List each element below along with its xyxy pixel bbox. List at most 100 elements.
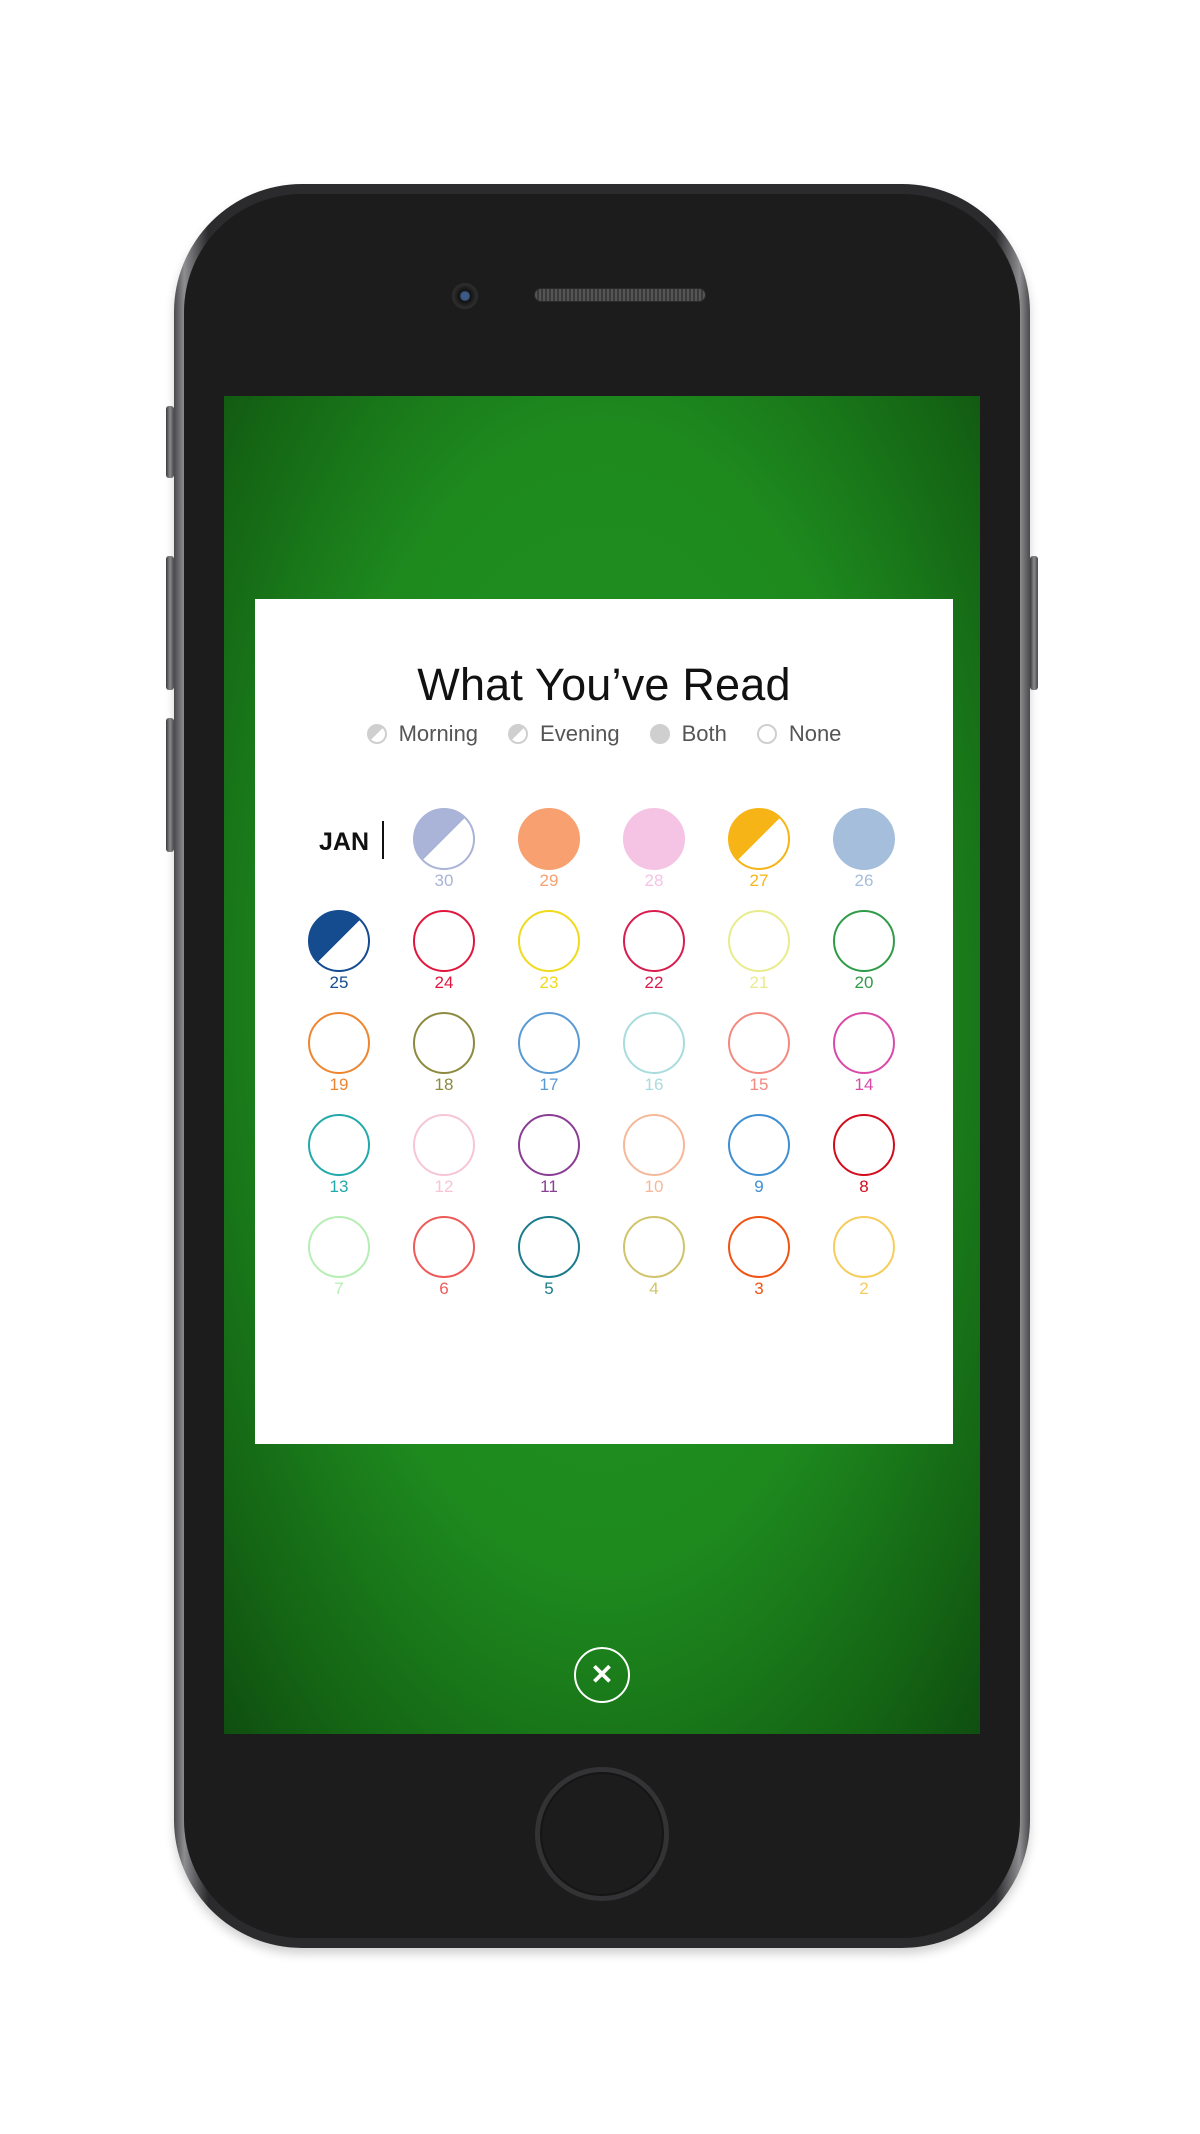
day-number: 29 <box>539 871 559 890</box>
day-status-circle <box>308 1114 370 1176</box>
day-cell[interactable]: 30 <box>413 808 475 896</box>
day-number: 25 <box>329 973 349 992</box>
day-status-circle <box>728 1012 790 1074</box>
day-number: 27 <box>749 871 769 890</box>
day-cell[interactable]: 12 <box>413 1114 475 1202</box>
day-cell[interactable]: 7 <box>308 1216 370 1304</box>
home-button <box>535 1767 669 1901</box>
day-number: 18 <box>434 1075 454 1094</box>
day-number: 10 <box>644 1177 664 1196</box>
day-cell[interactable]: 6 <box>413 1216 475 1304</box>
day-status-circle <box>833 808 895 870</box>
day-cell[interactable]: 25 <box>308 910 370 998</box>
day-cell[interactable]: 20 <box>833 910 895 998</box>
day-number: 4 <box>649 1279 659 1298</box>
day-cell[interactable]: 22 <box>623 910 685 998</box>
day-cell[interactable]: 9 <box>728 1114 790 1202</box>
legend: Morning Evening Both None <box>255 721 953 747</box>
day-number: 17 <box>539 1075 559 1094</box>
earpiece-speaker <box>534 288 706 302</box>
day-cell[interactable]: 2 <box>833 1216 895 1304</box>
day-status-circle <box>518 1012 580 1074</box>
front-camera-icon <box>452 283 478 309</box>
day-cell[interactable]: 8 <box>833 1114 895 1202</box>
day-number: 15 <box>749 1075 769 1094</box>
day-number: 28 <box>644 871 664 890</box>
day-cell[interactable]: 23 <box>518 910 580 998</box>
day-cell[interactable]: 19 <box>308 1012 370 1100</box>
day-status-circle <box>518 1216 580 1278</box>
day-status-circle <box>413 1114 475 1176</box>
volume-down-button <box>166 718 174 852</box>
day-cell[interactable]: 14 <box>833 1012 895 1100</box>
evening-half-icon <box>508 724 529 744</box>
day-cell[interactable]: 26 <box>833 808 895 896</box>
day-status-circle <box>413 808 475 870</box>
day-cell[interactable]: 3 <box>728 1216 790 1304</box>
day-cell[interactable]: 27 <box>728 808 790 896</box>
day-status-circle <box>518 808 580 870</box>
day-status-circle <box>413 910 475 972</box>
close-button[interactable]: ✕ <box>574 1647 630 1703</box>
day-status-circle <box>833 1114 895 1176</box>
legend-item-none: None <box>756 721 842 747</box>
day-status-circle <box>833 1012 895 1074</box>
day-status-circle <box>308 910 370 972</box>
day-cell[interactable]: 4 <box>623 1216 685 1304</box>
day-number: 6 <box>439 1279 449 1298</box>
day-status-circle <box>518 1114 580 1176</box>
day-status-circle <box>728 808 790 870</box>
day-cell[interactable]: 28 <box>623 808 685 896</box>
close-icon: ✕ <box>590 1659 614 1690</box>
day-number: 11 <box>540 1177 558 1196</box>
day-number: 2 <box>859 1279 869 1298</box>
day-number: 7 <box>334 1279 344 1298</box>
day-status-circle <box>623 808 685 870</box>
legend-item-both: Both <box>649 721 727 747</box>
day-number: 26 <box>854 871 874 890</box>
day-number: 12 <box>434 1177 454 1196</box>
day-cell[interactable]: 13 <box>308 1114 370 1202</box>
day-number: 30 <box>434 871 454 890</box>
day-cell[interactable]: 16 <box>623 1012 685 1100</box>
day-number: 22 <box>644 973 664 992</box>
day-cell[interactable]: 24 <box>413 910 475 998</box>
day-status-circle <box>728 1114 790 1176</box>
day-number: 16 <box>644 1075 664 1094</box>
day-cell[interactable]: 21 <box>728 910 790 998</box>
volume-up-button <box>166 556 174 690</box>
day-cell[interactable]: 11 <box>518 1114 580 1202</box>
day-status-circle <box>308 1012 370 1074</box>
day-number: 13 <box>329 1177 349 1196</box>
day-number: 3 <box>754 1279 764 1298</box>
legend-label: Evening <box>540 721 620 746</box>
day-cell[interactable]: 18 <box>413 1012 475 1100</box>
day-number: 9 <box>754 1177 764 1196</box>
legend-item-morning: Morning <box>366 721 479 747</box>
legend-label: None <box>788 721 842 746</box>
morning-half-icon <box>366 724 387 744</box>
power-button <box>1030 556 1038 690</box>
none-empty-icon <box>756 724 777 744</box>
day-status-circle <box>833 910 895 972</box>
day-status-circle <box>518 910 580 972</box>
day-cell[interactable]: 10 <box>623 1114 685 1202</box>
both-filled-icon <box>649 724 670 744</box>
day-cell[interactable]: 17 <box>518 1012 580 1100</box>
card-title: What You’ve Read <box>417 659 791 710</box>
day-status-circle <box>413 1012 475 1074</box>
mute-switch <box>166 406 174 478</box>
day-number: 5 <box>544 1279 554 1298</box>
day-status-circle <box>623 1012 685 1074</box>
legend-label: Both <box>681 721 727 746</box>
legend-label: Morning <box>398 721 479 746</box>
day-number: 20 <box>854 973 874 992</box>
reading-calendar-card: What You’ve Read Morning Evening Both No… <box>255 599 953 1444</box>
day-cell[interactable]: 15 <box>728 1012 790 1100</box>
legend-item-evening: Evening <box>508 721 620 747</box>
day-cell[interactable]: 5 <box>518 1216 580 1304</box>
day-number: 14 <box>854 1075 874 1094</box>
day-cell[interactable]: 29 <box>518 808 580 896</box>
day-number: 8 <box>859 1177 869 1196</box>
day-status-circle <box>413 1216 475 1278</box>
